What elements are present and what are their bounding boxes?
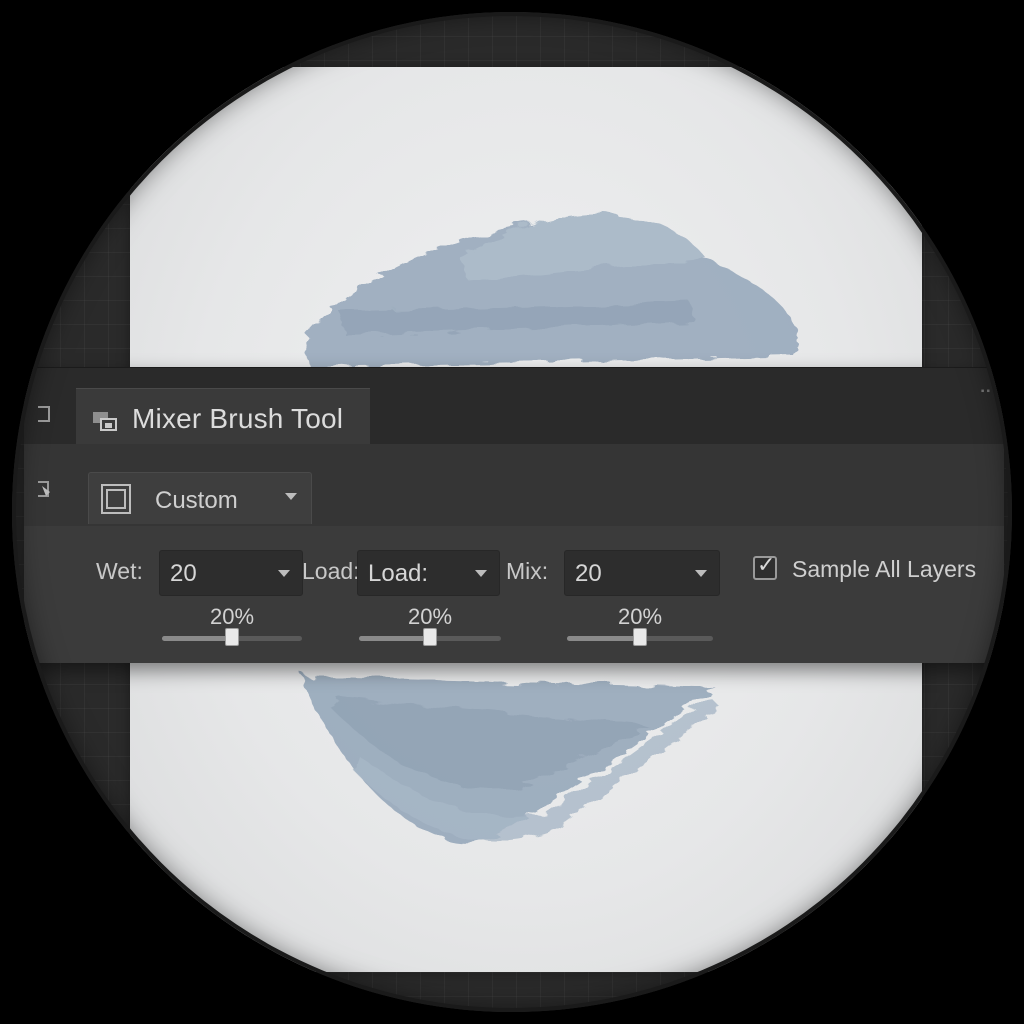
mix-percent: 20% [617, 604, 663, 629]
wet-label: Wet: [96, 558, 143, 584]
chevron-down-icon [285, 493, 297, 500]
load-slider-fill [359, 636, 430, 641]
mix-slider-thumb[interactable] [633, 628, 647, 646]
panel-title: Mixer Brush Tool [132, 403, 344, 434]
wet-slider-thumb[interactable] [225, 628, 239, 646]
wet-value: 20 [170, 560, 197, 587]
options-panel: Mixer Brush Tool ▪▪ Custom Wet: 20 20% L… [24, 367, 1004, 663]
panel-grip-icon[interactable]: ▪▪ [981, 386, 992, 397]
wet-percent: 20% [209, 604, 255, 629]
magnifier-frame: Mixer Brush Tool ▪▪ Custom Wet: 20 20% L… [0, 0, 1024, 1024]
checkmark-icon: ✓ [757, 552, 776, 577]
wet-slider-fill [162, 636, 232, 641]
load-value: Load: [368, 560, 429, 587]
magnified-view: Mixer Brush Tool ▪▪ Custom Wet: 20 20% L… [12, 12, 1012, 1012]
chevron-down-icon [278, 570, 290, 577]
brush-load-icon[interactable] [36, 478, 54, 500]
panel-edge-icon[interactable] [38, 406, 50, 422]
chevron-down-icon [475, 570, 487, 577]
panel-title-bar: Mixer Brush Tool ▪▪ [24, 368, 1004, 445]
mixer-controls: Wet: 20 20% Load: Load: 20% Mix: 20 20% … [24, 526, 1004, 663]
tab-mixer-brush-tool[interactable]: Mixer Brush Tool [76, 388, 370, 445]
wet-dropdown[interactable]: 20 [159, 550, 303, 596]
preset-label: Custom [155, 487, 238, 514]
load-percent: 20% [407, 604, 453, 629]
mix-label: Mix: [506, 558, 549, 584]
preset-row: Custom [24, 444, 1004, 527]
mix-slider[interactable] [567, 628, 713, 646]
load-slider[interactable] [359, 628, 501, 646]
brush-preset-icon [101, 484, 131, 514]
load-slider-thumb[interactable] [423, 628, 437, 646]
mix-slider-fill [567, 636, 640, 641]
mix-dropdown[interactable]: 20 [564, 550, 720, 596]
load-dropdown[interactable]: Load: [357, 550, 500, 596]
sample-all-layers-checkbox[interactable]: ✓ [753, 552, 777, 580]
brush-preset-picker[interactable]: Custom [88, 472, 312, 524]
wet-slider[interactable] [162, 628, 302, 646]
chevron-down-icon [695, 570, 707, 577]
sample-all-layers-label[interactable]: Sample All Layers [792, 556, 976, 583]
mix-value: 20 [575, 560, 602, 587]
mixer-brush-icon [93, 412, 117, 431]
load-label: Load: [302, 558, 360, 584]
